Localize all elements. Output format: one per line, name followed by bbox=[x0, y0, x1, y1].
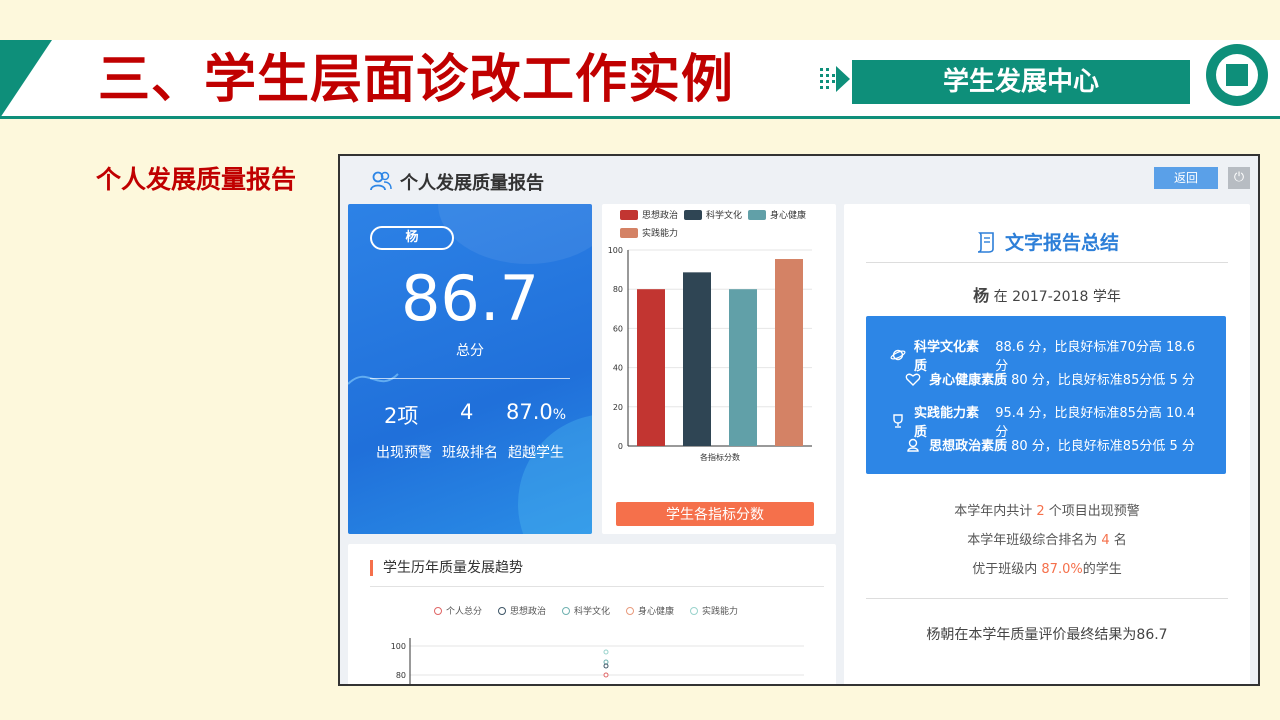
power-icon[interactable]: ⏻ bbox=[1228, 167, 1250, 189]
y-tick-label: 80 bbox=[396, 671, 406, 680]
legend-item[interactable]: 科学文化 bbox=[684, 208, 742, 221]
title-accent-triangle bbox=[0, 40, 52, 118]
quality-item: 身心健康素质 80 分，比良好标准85分低 5 分 bbox=[890, 369, 1210, 388]
legend-item[interactable]: 实践能力 bbox=[620, 226, 678, 239]
y-tick-label: 40 bbox=[613, 364, 623, 373]
exceed-percent: 87.0% bbox=[506, 400, 567, 424]
student-name-badge: 杨 bbox=[370, 226, 454, 250]
y-tick-label: 0 bbox=[618, 442, 623, 451]
wave-decoration bbox=[348, 373, 399, 385]
legend-item[interactable]: 身心健康 bbox=[748, 208, 806, 221]
school-logo bbox=[1206, 44, 1268, 106]
data-point bbox=[603, 659, 609, 665]
report-title: 文字报告总结 bbox=[844, 228, 1250, 255]
bar-实践能力 bbox=[775, 259, 803, 446]
divider bbox=[866, 598, 1228, 599]
report-screenshot: 个人发展质量报告 返回 ⏻ 杨 86.7 总分 2项 4 87.0% 出现预警 … bbox=[338, 154, 1260, 686]
medal-icon bbox=[907, 438, 919, 452]
data-point bbox=[603, 672, 609, 678]
total-score-caption: 总分 bbox=[456, 343, 484, 359]
trend-line-chart: 100 80 bbox=[391, 638, 804, 684]
indicator-bar-chart: 0 20 40 60 80 100 各指标分数 bbox=[608, 246, 812, 462]
side-label: 个人发展质量报告 bbox=[96, 165, 297, 194]
exceed-summary: 优于班级内 87.0%的学生 bbox=[972, 562, 1122, 577]
rank-summary: 本学年班级综合排名为 4 名 bbox=[967, 533, 1127, 548]
app-header: 个人发展质量报告 返回 ⏻ bbox=[340, 156, 1258, 204]
legend-swatch bbox=[748, 209, 766, 220]
back-button[interactable]: 返回 bbox=[1154, 167, 1218, 189]
legend-item[interactable]: 科学文化 bbox=[562, 604, 610, 617]
quality-item: 思想政治素质 80 分，比良好标准85分低 5 分 bbox=[890, 435, 1210, 454]
trend-card: 学生历年质量发展趋势 个人总分 思想政治 科学文化 身心健康 实践能力 100 8… bbox=[348, 544, 836, 684]
legend-swatch bbox=[562, 606, 570, 615]
legend-item[interactable]: 思想政治 bbox=[620, 208, 678, 221]
users-icon bbox=[370, 171, 392, 191]
planet-icon bbox=[890, 349, 906, 361]
y-tick-label: 80 bbox=[613, 285, 623, 294]
document-icon bbox=[977, 232, 994, 253]
legend-item[interactable]: 实践能力 bbox=[690, 604, 738, 617]
indicator-chart-card: 思想政治 科学文化 身心健康 实践能力 0 20 40 60 80 100 各指标分数 学生… bbox=[602, 204, 836, 534]
heart-icon bbox=[905, 373, 921, 386]
legend-item[interactable]: 思想政治 bbox=[498, 604, 546, 617]
legend-swatch bbox=[434, 606, 442, 615]
exceed-label: 超越学生 bbox=[508, 445, 564, 461]
legend-item[interactable]: 身心健康 bbox=[626, 604, 674, 617]
bar-身心健康 bbox=[729, 289, 757, 446]
data-point bbox=[603, 663, 609, 669]
legend-swatch bbox=[620, 227, 638, 238]
warning-count: 2项 bbox=[384, 404, 419, 428]
title-underline bbox=[0, 116, 1280, 119]
divider bbox=[866, 262, 1228, 263]
rank-label: 班级排名 bbox=[442, 445, 498, 461]
slide-title: 三、学生层面诊改工作实例 bbox=[98, 50, 735, 110]
warning-label: 出现预警 bbox=[376, 445, 432, 461]
trend-title: 学生历年质量发展趋势 bbox=[370, 560, 523, 576]
arrow-icon bbox=[820, 66, 850, 92]
legend-item[interactable]: 个人总分 bbox=[434, 604, 482, 617]
text-report-card: 文字报告总结 杨 在 2017-2018 学年 科学文化素质 88.6 分，比良好… bbox=[844, 204, 1250, 684]
class-rank: 4 bbox=[460, 400, 474, 424]
center-label: 学生发展中心 bbox=[852, 60, 1190, 104]
bar-思想政治 bbox=[637, 289, 665, 446]
divider bbox=[370, 586, 824, 587]
y-tick-label: 100 bbox=[608, 246, 623, 255]
warning-summary: 本学年内共计 2 个项目出现预警 bbox=[954, 504, 1140, 519]
total-score: 86.7 bbox=[400, 262, 540, 335]
divider bbox=[370, 378, 570, 379]
score-card: 杨 86.7 总分 2项 4 87.0% 出现预警 班级排名 超越学生 bbox=[348, 204, 592, 534]
y-tick-label: 20 bbox=[613, 403, 623, 412]
legend-swatch bbox=[690, 606, 698, 615]
final-result: 杨朝在本学年质量评价最终结果为86.7 bbox=[926, 627, 1168, 643]
y-tick-label: 60 bbox=[613, 324, 623, 333]
quality-summary-box: 科学文化素质 88.6 分，比良好标准70分高 18.6 分 身心健康素质 80 分… bbox=[866, 316, 1226, 474]
report-subtitle: 杨 在 2017-2018 学年 bbox=[973, 286, 1121, 305]
bar-科学文化 bbox=[683, 272, 711, 446]
x-axis-label: 各指标分数 bbox=[700, 452, 740, 462]
legend-swatch bbox=[498, 606, 506, 615]
legend-swatch bbox=[626, 606, 634, 615]
trophy-icon bbox=[893, 414, 903, 428]
y-tick-label: 100 bbox=[391, 642, 406, 651]
indicator-scores-button[interactable]: 学生各指标分数 bbox=[616, 502, 814, 526]
legend-swatch bbox=[684, 209, 702, 220]
legend-swatch bbox=[620, 209, 638, 220]
data-point bbox=[603, 649, 609, 655]
app-title: 个人发展质量报告 bbox=[400, 173, 544, 194]
